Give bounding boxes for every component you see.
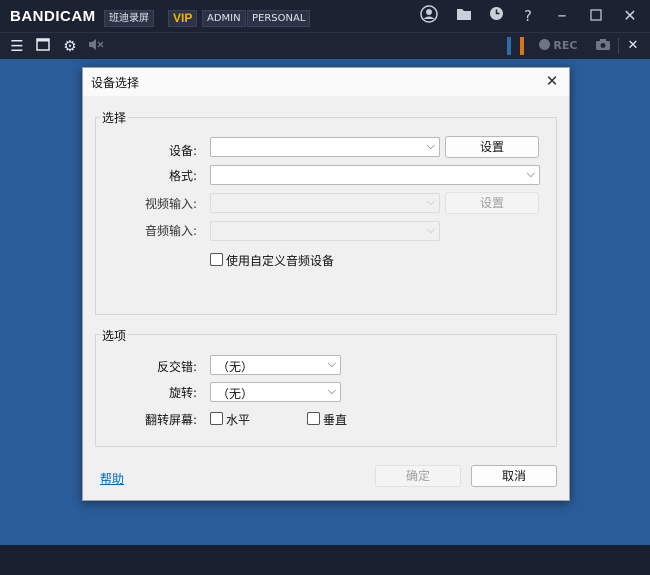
window-mode-icon[interactable] bbox=[33, 36, 53, 56]
record-dot-icon bbox=[538, 39, 550, 50]
flip-horizontal-label: 水平 bbox=[226, 413, 251, 427]
rec-label: REC bbox=[553, 39, 578, 52]
custom-audio-checkbox-label: 使用自定义音频设备 bbox=[226, 254, 335, 268]
clock-icon[interactable] bbox=[485, 5, 507, 27]
level-meter-left bbox=[507, 37, 511, 55]
settings-gear-icon[interactable]: ⚙ bbox=[60, 36, 80, 56]
device-settings-button[interactable]: 设置 bbox=[445, 136, 539, 158]
folder-icon[interactable] bbox=[453, 5, 475, 27]
app-title-bar: BANDICAM 班迪录屏 VIP ADMIN PERSONAL ? – ✕ bbox=[0, 0, 650, 32]
chevron-down-icon: ⌵ bbox=[426, 223, 435, 236]
help-link[interactable]: 帮助 bbox=[100, 470, 124, 487]
close-icon[interactable]: ✕ bbox=[619, 5, 641, 27]
device-label: 设备: bbox=[168, 144, 197, 158]
format-label: 格式: bbox=[168, 169, 197, 183]
format-select[interactable]: ⌵ bbox=[210, 165, 540, 185]
checkbox-box[interactable] bbox=[210, 253, 223, 266]
status-footer bbox=[0, 545, 650, 575]
audio-input-label: 音频输入: bbox=[144, 224, 197, 238]
toolbar-close-icon[interactable]: ✕ bbox=[623, 36, 643, 56]
flip-vertical-label: 垂直 bbox=[323, 413, 348, 427]
chevron-down-icon: ⌵ bbox=[426, 195, 435, 208]
bandicam-logo: BANDICAM bbox=[10, 8, 96, 25]
help-icon[interactable]: ? bbox=[517, 5, 539, 27]
chevron-down-icon: ⌵ bbox=[327, 384, 336, 397]
camera-icon[interactable] bbox=[593, 36, 613, 56]
vip-badge[interactable]: VIP bbox=[168, 10, 198, 27]
deinterlace-label: 反交错: bbox=[156, 360, 197, 374]
select-group-label: 选择 bbox=[100, 109, 129, 126]
flip-horizontal-checkbox[interactable]: 水平 bbox=[210, 411, 250, 428]
dialog-close-icon[interactable]: ✕ bbox=[543, 72, 561, 90]
ok-button[interactable]: 确定 bbox=[375, 465, 461, 487]
admin-badge: ADMIN bbox=[202, 10, 246, 27]
flip-label: 翻转屏幕: bbox=[144, 413, 197, 427]
level-meter-right bbox=[520, 37, 524, 55]
options-group-label: 选项 bbox=[100, 327, 129, 344]
app-toolbar: ☰ ⚙ REC ✕ bbox=[0, 32, 650, 60]
chevron-down-icon: ⌵ bbox=[327, 357, 336, 370]
checkbox-box[interactable] bbox=[210, 412, 223, 425]
custom-audio-checkbox[interactable]: 使用自定义音频设备 bbox=[210, 252, 334, 269]
rec-button[interactable]: REC bbox=[536, 36, 580, 56]
rotate-value: （无） bbox=[217, 387, 254, 401]
speaker-mute-icon[interactable] bbox=[86, 36, 106, 56]
checkbox-box[interactable] bbox=[307, 412, 320, 425]
cancel-button[interactable]: 取消 bbox=[471, 465, 557, 487]
minimize-icon[interactable]: – bbox=[551, 5, 573, 27]
maximize-icon[interactable] bbox=[585, 5, 607, 27]
video-input-label: 视频输入: bbox=[144, 197, 197, 211]
app-title-cn: 班迪录屏 bbox=[104, 10, 154, 27]
personal-badge: PERSONAL bbox=[247, 10, 311, 27]
video-settings-button[interactable]: 设置 bbox=[445, 192, 539, 214]
device-select-dialog: 设备选择 ✕ 选择 设备: ⌵ 设置 格式: ⌵ 视频输入: ⌵ 设置 音频输入… bbox=[82, 67, 570, 501]
deinterlace-select[interactable]: （无） ⌵ bbox=[210, 355, 341, 375]
device-select[interactable]: ⌵ bbox=[210, 137, 440, 157]
dialog-title-bar: 设备选择 ✕ bbox=[83, 68, 569, 96]
chevron-down-icon: ⌵ bbox=[426, 139, 435, 152]
flip-vertical-checkbox[interactable]: 垂直 bbox=[307, 411, 347, 428]
account-icon[interactable] bbox=[418, 5, 440, 27]
audio-input-select[interactable]: ⌵ bbox=[210, 221, 440, 241]
video-input-select[interactable]: ⌵ bbox=[210, 193, 440, 213]
chevron-down-icon: ⌵ bbox=[526, 167, 535, 180]
dialog-title: 设备选择 bbox=[91, 76, 140, 90]
rotate-label: 旋转: bbox=[168, 386, 197, 400]
toolbar-divider bbox=[618, 38, 619, 54]
rotate-select[interactable]: （无） ⌵ bbox=[210, 382, 341, 402]
deinterlace-value: （无） bbox=[217, 360, 254, 374]
menu-icon[interactable]: ☰ bbox=[7, 36, 27, 56]
